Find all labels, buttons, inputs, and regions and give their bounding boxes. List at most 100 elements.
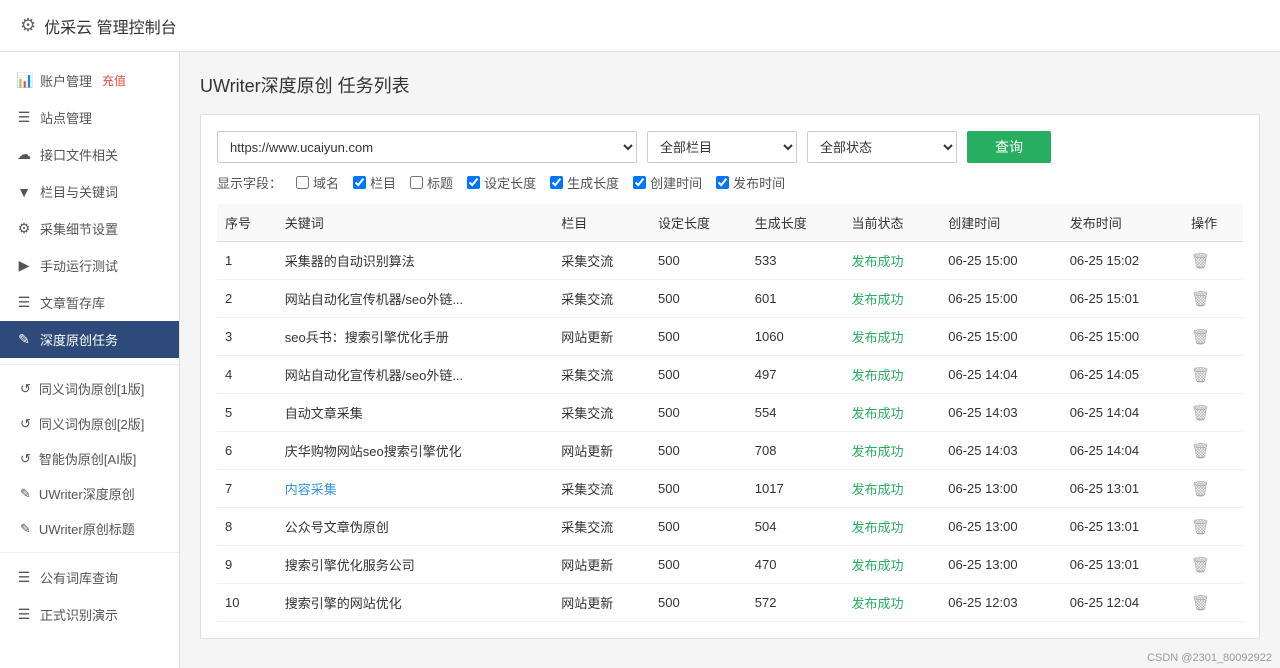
cell-column: 采集交流: [553, 242, 650, 280]
cell-set-len: 500: [650, 584, 747, 622]
cell-keyword: 公众号文章伪原创: [277, 508, 554, 546]
table-row: 9 搜索引擎优化服务公司 网站更新 500 470 发布成功 06-25 13:…: [217, 546, 1243, 584]
sidebar-divider-2: [0, 552, 179, 553]
gen-length-checkbox[interactable]: [550, 176, 563, 189]
delete-button[interactable]: 🗑: [1191, 480, 1210, 498]
cell-action: 🗑: [1183, 546, 1243, 584]
refresh-icon-2: ↺: [20, 416, 31, 432]
sidebar-label-collection-detail: 采集细节设置: [40, 219, 118, 238]
field-column[interactable]: 栏目: [353, 173, 396, 192]
cell-keyword: 搜索引擎的网站优化: [277, 584, 554, 622]
field-create-time[interactable]: 创建时间: [633, 173, 702, 192]
cell-gen-len: 504: [747, 508, 844, 546]
col-status: 当前状态: [843, 204, 940, 242]
cell-create-time: 06-25 15:00: [940, 242, 1061, 280]
sidebar-item-ai-original[interactable]: ↺ 智能伪原创[AI版]: [0, 441, 179, 476]
sidebar-label-public-words: 公有词库查询: [40, 568, 118, 587]
table-row: 3 seo兵书：搜索引擎优化手册 网站更新 500 1060 发布成功 06-2…: [217, 318, 1243, 356]
site-url-select[interactable]: https://www.ucaiyun.com: [217, 131, 637, 163]
create-time-checkbox[interactable]: [633, 176, 646, 189]
sidebar-item-uwriter-deep[interactable]: ✎ UWriter深度原创: [0, 476, 179, 511]
domain-checkbox[interactable]: [296, 176, 309, 189]
play-icon: ▶: [16, 257, 32, 274]
delete-button[interactable]: 🗑: [1191, 518, 1210, 536]
cell-set-len: 500: [650, 546, 747, 584]
sidebar-item-interface[interactable]: ☁ 接口文件相关: [0, 136, 179, 173]
cell-column: 采集交流: [553, 394, 650, 432]
sidebar-item-synonym-v2[interactable]: ↺ 同义词伪原创[2版]: [0, 406, 179, 441]
field-gen-length[interactable]: 生成长度: [550, 173, 619, 192]
field-publish-time[interactable]: 发布时间: [716, 173, 785, 192]
book-icon: ☰: [16, 569, 32, 586]
sidebar-item-collection-detail[interactable]: ⚙ 采集细节设置: [0, 210, 179, 247]
table-row: 6 庆华购物网站seo搜索引擎优化 网站更新 500 708 发布成功 06-2…: [217, 432, 1243, 470]
sidebar-item-site[interactable]: ☰ 站点管理: [0, 99, 179, 136]
cell-status: 发布成功: [843, 356, 940, 394]
cell-keyword: seo兵书：搜索引擎优化手册: [277, 318, 554, 356]
delete-button[interactable]: 🗑: [1191, 594, 1210, 612]
sidebar-item-synonym-v1[interactable]: ↺ 同义词伪原创[1版]: [0, 371, 179, 406]
query-button[interactable]: 查询: [967, 131, 1051, 163]
sidebar-item-account[interactable]: 📊 账户管理 充值: [0, 62, 179, 99]
keyword-text: 搜索引擎优化服务公司: [285, 558, 415, 573]
status-badge: 发布成功: [851, 368, 903, 383]
column-checkbox[interactable]: [353, 176, 366, 189]
sidebar-item-column[interactable]: ▼ 栏目与关键词: [0, 173, 179, 210]
chart-icon: 📊: [16, 72, 32, 89]
col-gen-len: 生成长度: [747, 204, 844, 242]
cell-column: 采集交流: [553, 356, 650, 394]
refresh-icon-3: ↺: [20, 451, 31, 467]
cell-set-len: 500: [650, 394, 747, 432]
cell-gen-len: 497: [747, 356, 844, 394]
delete-button[interactable]: 🗑: [1191, 366, 1210, 384]
sidebar-item-uwriter-title[interactable]: ✎ UWriter原创标题: [0, 511, 179, 546]
main-content: UWriter深度原创 任务列表 https://www.ucaiyun.com…: [180, 52, 1280, 668]
cell-status: 发布成功: [843, 318, 940, 356]
cell-publish-time: 06-25 12:04: [1062, 584, 1183, 622]
keyword-text: 网站自动化宣传机器/seo外链...: [285, 292, 463, 307]
sidebar-item-public-words[interactable]: ☰ 公有词库查询: [0, 559, 179, 596]
main-layout: 📊 账户管理 充值 ☰ 站点管理 ☁ 接口文件相关 ▼ 栏目与关键词 ⚙ 采集细…: [0, 52, 1280, 668]
title-checkbox[interactable]: [410, 176, 423, 189]
table-row: 10 搜索引擎的网站优化 网站更新 500 572 发布成功 06-25 12:…: [217, 584, 1243, 622]
keyword-text[interactable]: 内容采集: [285, 482, 337, 497]
status-badge: 发布成功: [851, 444, 903, 459]
cell-keyword: 网站自动化宣传机器/seo外链...: [277, 356, 554, 394]
field-domain[interactable]: 域名: [296, 173, 339, 192]
cell-set-len: 500: [650, 318, 747, 356]
delete-button[interactable]: 🗑: [1191, 252, 1210, 270]
display-fields-row: 显示字段： 域名 栏目 标题 设定长度: [217, 173, 1243, 192]
status-badge: 发布成功: [851, 406, 903, 421]
delete-button[interactable]: 🗑: [1191, 442, 1210, 460]
set-length-checkbox[interactable]: [467, 176, 480, 189]
edit-icon-3: ✎: [20, 521, 31, 537]
field-title[interactable]: 标题: [410, 173, 453, 192]
delete-button[interactable]: 🗑: [1191, 290, 1210, 308]
status-badge: 发布成功: [851, 558, 903, 573]
cell-status: 发布成功: [843, 584, 940, 622]
sidebar-item-manual-run[interactable]: ▶ 手动运行测试: [0, 247, 179, 284]
header: ⚙ 优采云 管理控制台: [0, 0, 1280, 52]
cell-gen-len: 708: [747, 432, 844, 470]
sidebar-item-article-cache[interactable]: ☰ 文章暂存库: [0, 284, 179, 321]
delete-button[interactable]: 🗑: [1191, 404, 1210, 422]
table-row: 5 自动文章采集 采集交流 500 554 发布成功 06-25 14:03 0…: [217, 394, 1243, 432]
cell-action: 🗑: [1183, 584, 1243, 622]
sidebar-item-deep-original[interactable]: ✎ 深度原创任务: [0, 321, 179, 358]
delete-button[interactable]: 🗑: [1191, 328, 1210, 346]
status-select[interactable]: 全部状态: [807, 131, 957, 163]
cell-gen-len: 1060: [747, 318, 844, 356]
delete-button[interactable]: 🗑: [1191, 556, 1210, 574]
sidebar-label-synonym-v1: 同义词伪原创[1版]: [39, 379, 144, 398]
sidebar-label-interface: 接口文件相关: [40, 145, 118, 164]
cell-column: 采集交流: [553, 280, 650, 318]
publish-time-checkbox[interactable]: [716, 176, 729, 189]
cell-set-len: 500: [650, 356, 747, 394]
keyword-text: 网站自动化宣传机器/seo外链...: [285, 368, 463, 383]
cell-action: 🗑: [1183, 318, 1243, 356]
field-set-length[interactable]: 设定长度: [467, 173, 536, 192]
column-select[interactable]: 全部栏目: [647, 131, 797, 163]
sidebar-item-identity[interactable]: ☰ 正式识别演示: [0, 596, 179, 633]
cell-status: 发布成功: [843, 470, 940, 508]
settings-icon: ⚙: [16, 220, 32, 237]
